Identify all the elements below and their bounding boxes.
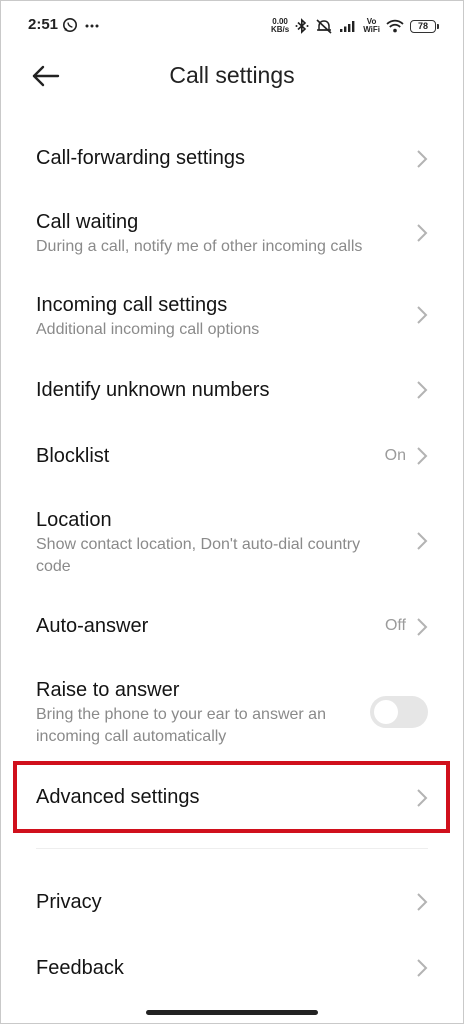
status-time: 2:51: [28, 16, 59, 33]
row-feedback[interactable]: Feedback: [0, 940, 464, 998]
chevron-right-icon: [417, 381, 428, 399]
row-title: Call waiting: [36, 211, 139, 233]
row-title: Privacy: [36, 891, 102, 913]
row-call-waiting[interactable]: Call waiting During a call, notify me of…: [0, 200, 464, 270]
home-indicator[interactable]: [146, 1010, 318, 1015]
row-title: Feedback: [36, 957, 124, 979]
row-subtitle: Show contact location, Don't auto-dial c…: [36, 536, 361, 575]
row-value: Off: [384, 617, 406, 634]
row-blocklist[interactable]: Blocklist On: [0, 428, 464, 486]
vowifi-bottom: WiFi: [363, 25, 380, 34]
chevron-right-icon: [417, 306, 428, 324]
row-raise-to-answer[interactable]: Raise to answer Bring the phone to your …: [0, 668, 464, 754]
network-speed-unit: KB/s: [270, 25, 290, 34]
chevron-right-icon: [417, 532, 428, 550]
bluetooth-icon: [295, 18, 309, 34]
row-title: Advanced settings: [36, 786, 200, 808]
row-title: Raise to answer: [36, 679, 180, 701]
row-title: Call-forwarding settings: [36, 147, 245, 169]
row-location[interactable]: Location Show contact location, Don't au…: [0, 498, 464, 590]
row-incoming-call[interactable]: Incoming call settings Additional incomi…: [0, 283, 464, 353]
row-privacy[interactable]: Privacy: [0, 874, 464, 932]
row-subtitle: Additional incoming call options: [36, 321, 260, 338]
row-subtitle: During a call, notify me of other incomi…: [36, 238, 363, 255]
toggle-knob: [374, 700, 398, 724]
row-title: Blocklist: [36, 445, 110, 467]
more-dots-icon: [85, 24, 99, 28]
chevron-right-icon: [417, 618, 428, 636]
raise-to-answer-toggle[interactable]: [370, 696, 428, 728]
chevron-right-icon: [417, 789, 428, 807]
vowifi-indicator: Vo WiFi: [363, 18, 380, 34]
row-title: Location: [36, 509, 112, 531]
row-value: On: [384, 447, 406, 464]
battery-icon: 78: [410, 19, 439, 33]
chevron-right-icon: [417, 959, 428, 977]
chevron-right-icon: [417, 447, 428, 465]
row-title: Identify unknown numbers: [36, 379, 270, 401]
row-subtitle: Bring the phone to your ear to answer an…: [36, 706, 326, 745]
signal-icon: [340, 21, 355, 32]
row-auto-answer[interactable]: Auto-answer Off: [0, 598, 464, 656]
row-title: Auto-answer: [36, 615, 149, 637]
section-divider: [36, 848, 428, 849]
mute-icon: [316, 19, 332, 34]
chevron-right-icon: [417, 150, 428, 168]
row-title: Incoming call settings: [36, 294, 228, 316]
row-call-forwarding[interactable]: Call-forwarding settings: [0, 130, 464, 188]
row-advanced-settings[interactable]: Advanced settings: [0, 764, 464, 830]
chevron-right-icon: [417, 893, 428, 911]
page-title: Call settings: [169, 62, 295, 88]
chevron-right-icon: [417, 224, 428, 242]
whatsapp-icon: [63, 18, 77, 32]
row-identify-unknown[interactable]: Identify unknown numbers: [0, 362, 464, 420]
app-header: Call settings: [0, 48, 464, 106]
network-speed: 0.00 KB/s: [271, 18, 289, 34]
wifi-icon: [386, 19, 404, 33]
